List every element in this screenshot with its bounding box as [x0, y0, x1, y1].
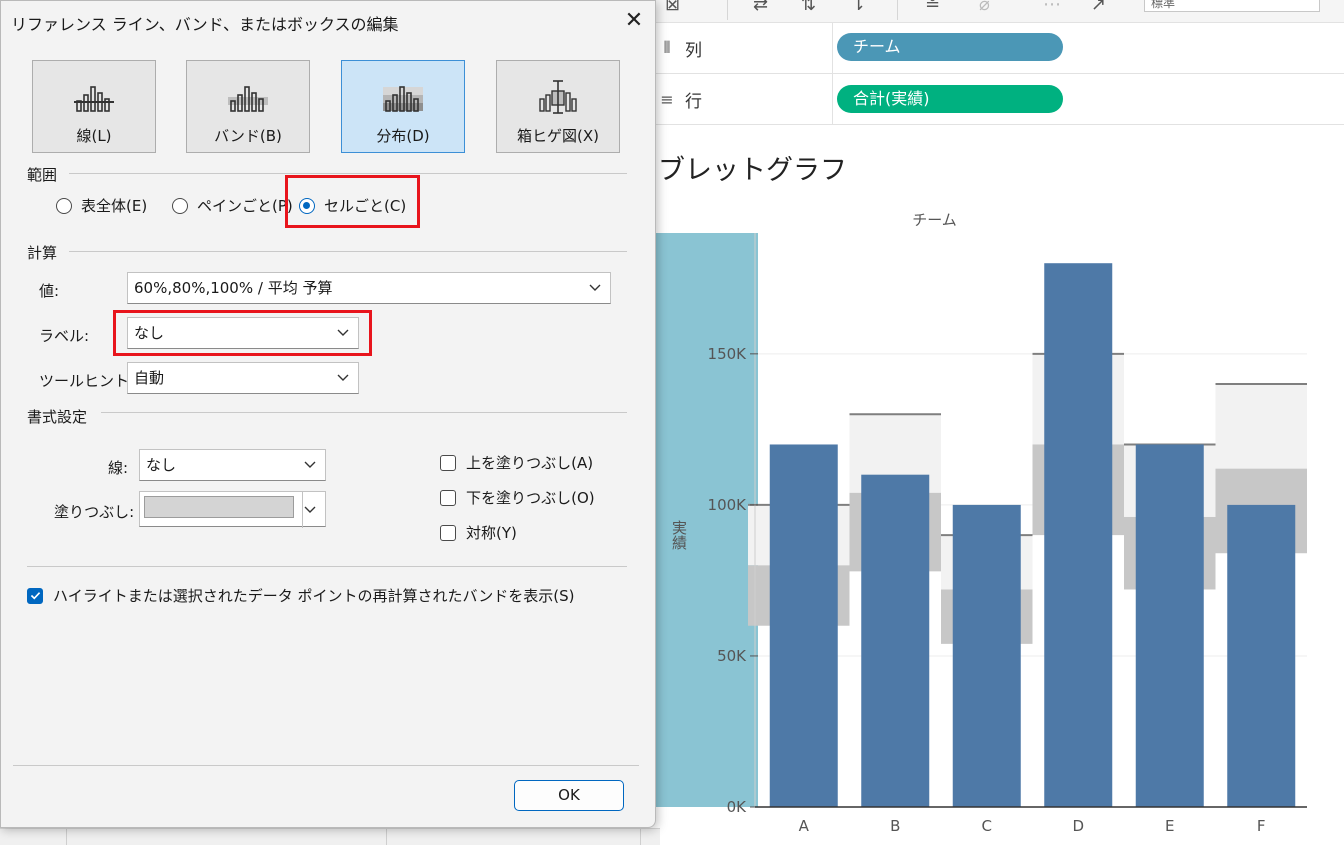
checkbox-box: [440, 524, 456, 541]
dialog-title: リファレンス ライン、バンド、またはボックスの編集: [11, 15, 399, 34]
x-tick-label: B: [890, 817, 900, 835]
box-plot-icon: [539, 80, 577, 114]
columns-shelf-label: ⦀ 列: [659, 23, 835, 73]
fill-above-checkbox[interactable]: 上を塗りつぶし(A): [440, 452, 593, 473]
chevron-down-icon: [304, 506, 316, 513]
calc-heading: 計算: [27, 244, 58, 262]
sort-ascending-icon[interactable]: ⇅: [801, 0, 816, 15]
type-band-label: バンド(B): [214, 127, 282, 145]
value-field-label: 値:: [39, 282, 60, 300]
scope-heading: 範囲: [27, 166, 58, 184]
symmetric-checkbox[interactable]: 対称(Y): [440, 522, 517, 543]
band-chart-icon: [228, 86, 268, 112]
x-tick-label: A: [799, 817, 810, 835]
bullet-chart: A B C D E F 0K 50K 100K 150K チーム実績: [655, 211, 1307, 835]
type-boxplot-button[interactable]: 箱ヒゲ図(X): [496, 60, 620, 153]
fill-color-select[interactable]: [139, 491, 326, 528]
shelf-divider: [832, 23, 833, 73]
annotation-highlight-box: [113, 310, 372, 356]
fill-below-checkbox[interactable]: 下を塗りつぶし(O): [440, 487, 595, 508]
annotation-highlight-box: [285, 175, 420, 228]
x-tick-label: C: [982, 817, 992, 835]
type-line-button[interactable]: 線(L): [32, 60, 156, 153]
sheet-title: ブレットグラフ: [658, 155, 847, 186]
fill-color-swatch: [144, 496, 294, 518]
show-recalculated-bands-checkbox[interactable]: ハイライトまたは選択されたデータ ポイントの再計算されたバンドを表示(S): [27, 585, 574, 606]
line-chart-icon: [74, 86, 114, 112]
section-divider: [69, 251, 627, 252]
tooltip-select[interactable]: 自動: [127, 362, 359, 394]
scope-per-pane-radio[interactable]: ペインごと(P): [172, 195, 293, 216]
value-select[interactable]: 60%,80%,100% / 平均 予算: [127, 272, 611, 304]
distribution-chart-icon: [383, 86, 423, 112]
rows-pill[interactable]: 合計(実績): [837, 85, 1063, 113]
x-tick-label: F: [1257, 817, 1266, 835]
section-divider: [27, 566, 627, 567]
type-boxplot-label: 箱ヒゲ図(X): [517, 127, 599, 145]
columns-icon: ⦀: [663, 38, 671, 57]
x-tick-label: D: [1072, 817, 1084, 835]
tooltip-field-label: ツールヒント:: [39, 372, 135, 390]
y-tick-label: 100K: [708, 496, 748, 514]
close-icon[interactable]: ✕: [619, 7, 649, 35]
checkbox-box: [440, 454, 456, 471]
radio-circle: [56, 197, 72, 214]
highlight-icon[interactable]: ≗: [925, 0, 940, 15]
clear-sheet-icon[interactable]: ⊠: [665, 0, 680, 15]
chevron-down-icon: [337, 374, 349, 381]
line-field-label: 線:: [108, 459, 129, 477]
chevron-down-icon: [589, 284, 601, 291]
sort-descending-icon[interactable]: ⇂: [851, 0, 866, 15]
ok-button[interactable]: OK: [514, 780, 624, 811]
label-field-label: ラベル:: [39, 327, 90, 345]
line-style-select[interactable]: なし: [139, 449, 326, 481]
toolbar-separator: [727, 0, 728, 20]
y-axis-title: 実績: [670, 520, 688, 550]
bar-C: [952, 504, 1021, 807]
label-icon[interactable]: ↗: [1091, 0, 1106, 15]
edit-reference-dialog: リファレンス ライン、バンド、またはボックスの編集 ✕ 線(L) バンド(B): [0, 0, 656, 828]
y-tick-label: 150K: [708, 345, 748, 363]
bar-F: [1227, 504, 1296, 807]
checkbox-box: [27, 587, 43, 604]
scope-entire-table-radio[interactable]: 表全体(E): [56, 195, 147, 216]
type-distribution-label: 分布(D): [376, 127, 430, 145]
toolbar-separator: [897, 0, 898, 20]
section-divider: [69, 173, 627, 174]
status-strip: [0, 828, 660, 845]
bar-A: [769, 444, 838, 807]
columns-pill[interactable]: チーム: [837, 33, 1063, 61]
swap-icon[interactable]: ⇄: [753, 0, 768, 15]
type-line-label: 線(L): [76, 127, 112, 145]
section-divider: [101, 412, 627, 413]
bar-B: [861, 474, 930, 807]
x-tick-label: E: [1165, 817, 1174, 835]
bar-D: [1044, 263, 1113, 807]
section-divider: [13, 765, 639, 766]
column-header: チーム: [912, 211, 957, 229]
pin-icon[interactable]: ⌀: [979, 0, 990, 15]
rows-icon: ≡: [660, 89, 674, 109]
shelf-divider: [832, 74, 833, 124]
y-tick-label: 0K: [727, 798, 748, 816]
checkmark-icon: [30, 592, 40, 600]
fill-field-label: 塗りつぶし:: [54, 503, 135, 521]
y-tick-label: 50K: [717, 647, 747, 665]
type-band-button[interactable]: バンド(B): [186, 60, 310, 153]
group-icon[interactable]: ⋯: [1043, 0, 1061, 15]
checkbox-box: [440, 489, 456, 506]
bar-E: [1135, 444, 1204, 807]
type-distribution-button[interactable]: 分布(D): [341, 60, 465, 153]
band-100: [1215, 384, 1307, 469]
radio-circle: [172, 197, 188, 214]
chevron-down-icon: [304, 461, 316, 468]
fit-dropdown[interactable]: 標準: [1144, 0, 1320, 12]
format-heading: 書式設定: [27, 408, 88, 426]
rows-shelf-label: ≡ 行: [660, 89, 702, 112]
